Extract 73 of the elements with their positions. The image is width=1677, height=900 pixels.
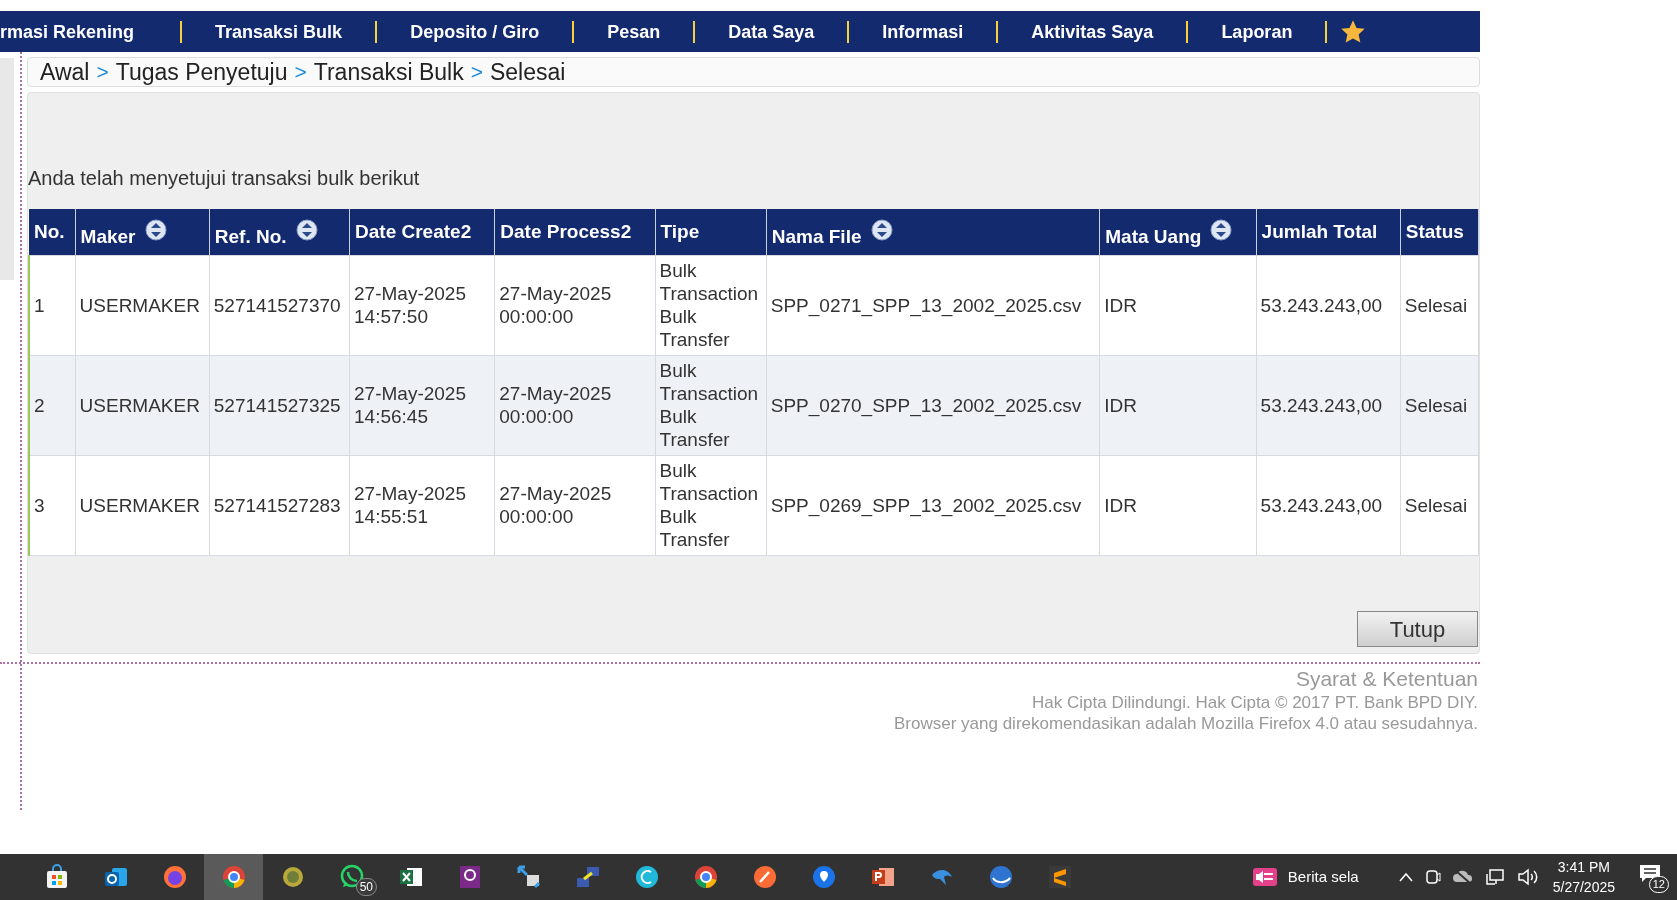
table-cell: IDR <box>1099 355 1257 455</box>
table-cell: IDR <box>1099 255 1257 355</box>
table-cell: 53.243.243,00 <box>1256 255 1401 355</box>
table-cell: SPP_0271_SPP_13_2002_2025.csv <box>766 255 1100 355</box>
table-cell: 527141527370 <box>209 255 350 355</box>
column-header[interactable]: Maker <box>75 209 210 255</box>
table-cell: Bulk Transaction Bulk Transfer <box>655 455 767 555</box>
table-cell: 27-May-2025 14:57:50 <box>349 255 495 355</box>
network-monitor-icon[interactable] <box>1484 868 1505 886</box>
table-cell: 27-May-2025 00:00:00 <box>494 255 656 355</box>
table-cell: USERMAKER <box>75 455 210 555</box>
breadcrumb-item[interactable]: Awal <box>40 54 90 90</box>
column-header: No. <box>29 209 76 255</box>
sort-icon[interactable] <box>1210 218 1233 241</box>
table-cell: Selesai <box>1400 355 1479 455</box>
cloud-off-icon[interactable] <box>1452 869 1473 885</box>
news-widget[interactable]: Berita sela <box>1251 865 1359 889</box>
nav-menu-item[interactable]: rmasi Rekening <box>0 20 183 43</box>
breadcrumb-item[interactable]: Selesai <box>490 54 566 90</box>
breadcrumb-separator: > <box>96 59 109 86</box>
table-cell: 27-May-2025 00:00:00 <box>494 455 656 555</box>
breadcrumb-separator: > <box>470 59 483 86</box>
nav-menu-item[interactable]: Pesan <box>574 20 696 43</box>
copyright-text: Hak Cipta Dilindungi. Hak Cipta © 2017 PT. Bank BPD DIY. <box>1032 692 1478 713</box>
nav-menu-item[interactable]: Informasi <box>849 20 999 43</box>
table-cell: 27-May-2025 00:00:00 <box>494 355 656 455</box>
camera-icon[interactable] <box>1424 868 1441 886</box>
table-cell: Bulk Transaction Bulk Transfer <box>655 355 767 455</box>
column-header: Jumlah Total <box>1256 209 1401 255</box>
table-cell: Selesai <box>1400 255 1479 355</box>
close-button[interactable]: Tutup <box>1357 611 1478 647</box>
speaker-icon[interactable] <box>1516 868 1539 886</box>
breadcrumb-item[interactable]: Transaksi Bulk <box>313 54 464 90</box>
unread-count-badge: 50 <box>355 878 377 896</box>
browser-note-text: Browser yang direkomendasikan adalah Mozilla Firefox 4.0 atau sesudahnya. <box>894 713 1478 734</box>
nav-menu-item[interactable]: Laporan <box>1188 20 1328 43</box>
column-header: Status <box>1400 209 1479 255</box>
table-cell: SPP_0270_SPP_13_2002_2025.csv <box>766 355 1100 455</box>
clock[interactable]: 3:41 PM 5/27/2025 <box>1552 857 1615 897</box>
table-cell: 3 <box>29 455 76 555</box>
column-header: Date Process2 <box>494 209 656 255</box>
sort-icon[interactable] <box>144 218 167 241</box>
nav-menu-item[interactable]: Data Saya <box>695 20 850 43</box>
column-header[interactable]: Mata Uang <box>1099 209 1257 255</box>
table-cell: USERMAKER <box>75 355 210 455</box>
chevron-up-icon[interactable] <box>1398 872 1413 882</box>
nav-menu-item[interactable]: Aktivitas Saya <box>998 20 1189 43</box>
table-cell: 527141527325 <box>209 355 350 455</box>
nav-menu-item[interactable]: Transaksi Bulk <box>182 20 378 43</box>
news-icon <box>1251 866 1278 888</box>
table-cell: IDR <box>1099 455 1257 555</box>
notification-center-button[interactable]: 12 <box>1637 861 1669 893</box>
table-cell: 27-May-2025 14:55:51 <box>349 455 495 555</box>
breadcrumb-separator: > <box>294 59 307 86</box>
table-cell: 53.243.243,00 <box>1256 355 1401 455</box>
message-text: Anda telah menyetujui transaksi bulk berikut <box>28 166 421 191</box>
sort-icon[interactable] <box>870 218 893 241</box>
taskbar-app-button[interactable]: 50 <box>322 854 381 900</box>
table-cell: Bulk Transaction Bulk Transfer <box>655 255 767 355</box>
breadcrumb-item[interactable]: Tugas Penyetuju <box>115 54 288 90</box>
notification-count: 12 <box>1648 876 1669 893</box>
table-cell: USERMAKER <box>75 255 210 355</box>
table-cell: 53.243.243,00 <box>1256 455 1401 555</box>
nav-menu-item[interactable]: Deposito / Giro <box>377 20 575 43</box>
table-cell: 27-May-2025 14:56:45 <box>349 355 495 455</box>
table-cell: Selesai <box>1400 455 1479 555</box>
sort-icon[interactable] <box>295 218 318 241</box>
column-header: Tipe <box>655 209 767 255</box>
table-cell: SPP_0269_SPP_13_2002_2025.csv <box>766 455 1100 555</box>
table-cell: 527141527283 <box>209 455 350 555</box>
column-header[interactable]: Ref. No. <box>209 209 350 255</box>
column-header[interactable]: Nama File <box>766 209 1100 255</box>
column-header: Date Create2 <box>349 209 495 255</box>
